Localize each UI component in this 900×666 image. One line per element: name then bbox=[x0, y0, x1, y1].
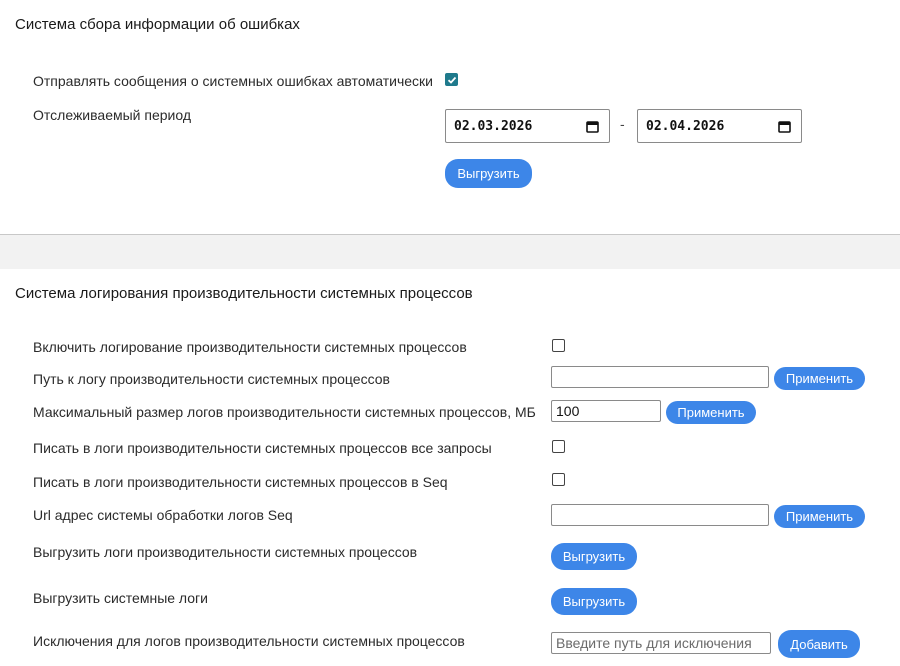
date-to-value: 02.04.2026 bbox=[646, 118, 725, 134]
date-to-input[interactable]: 02.04.2026 bbox=[637, 109, 802, 143]
errors-section-title: Система сбора информации об ошибках bbox=[15, 16, 300, 33]
all-requests-checkbox[interactable] bbox=[552, 440, 565, 453]
max-size-apply-button[interactable]: Применить bbox=[666, 401, 756, 424]
export-perf-logs-button[interactable]: Выгрузить bbox=[551, 543, 637, 570]
export-perf-logs-label: Выгрузить логи производительности систем… bbox=[33, 544, 418, 560]
calendar-icon[interactable] bbox=[778, 120, 791, 133]
date-from-value: 02.03.2026 bbox=[454, 118, 533, 134]
section-divider bbox=[0, 234, 900, 269]
exclusions-label: Исключения для логов производительности … bbox=[33, 633, 465, 649]
max-size-label: Максимальный размер логов производительн… bbox=[33, 404, 536, 420]
perf-section-title: Система логирования производительности с… bbox=[15, 285, 473, 302]
date-from-input[interactable]: 02.03.2026 bbox=[445, 109, 610, 143]
calendar-icon[interactable] bbox=[586, 120, 599, 133]
exclusions-input[interactable] bbox=[551, 632, 771, 654]
date-separator: - bbox=[620, 116, 625, 132]
add-exclusion-button[interactable]: Добавить bbox=[778, 630, 860, 658]
enable-logging-label: Включить логирование производительности … bbox=[33, 339, 467, 355]
auto-send-label: Отправлять сообщения о системных ошибках… bbox=[33, 73, 433, 89]
export-system-logs-button[interactable]: Выгрузить bbox=[551, 588, 637, 615]
seq-url-label: Url адрес системы обработки логов Seq bbox=[33, 507, 293, 523]
seq-logging-checkbox[interactable] bbox=[552, 473, 565, 486]
all-requests-label: Писать в логи производительности системн… bbox=[33, 440, 492, 456]
export-system-logs-label: Выгрузить системные логи bbox=[33, 590, 208, 606]
enable-logging-checkbox[interactable] bbox=[552, 339, 565, 352]
check-icon bbox=[447, 76, 457, 84]
log-path-label: Путь к логу производительности системных… bbox=[33, 371, 390, 387]
period-label: Отслеживаемый период bbox=[33, 107, 191, 123]
log-path-apply-button[interactable]: Применить bbox=[774, 367, 865, 390]
log-path-input[interactable] bbox=[551, 366, 769, 388]
auto-send-checkbox[interactable] bbox=[445, 73, 458, 86]
seq-logging-label: Писать в логи производительности системн… bbox=[33, 474, 448, 490]
export-errors-button[interactable]: Выгрузить bbox=[445, 159, 532, 188]
seq-url-input[interactable] bbox=[551, 504, 769, 526]
max-size-input[interactable] bbox=[551, 400, 661, 422]
seq-url-apply-button[interactable]: Применить bbox=[774, 505, 865, 528]
